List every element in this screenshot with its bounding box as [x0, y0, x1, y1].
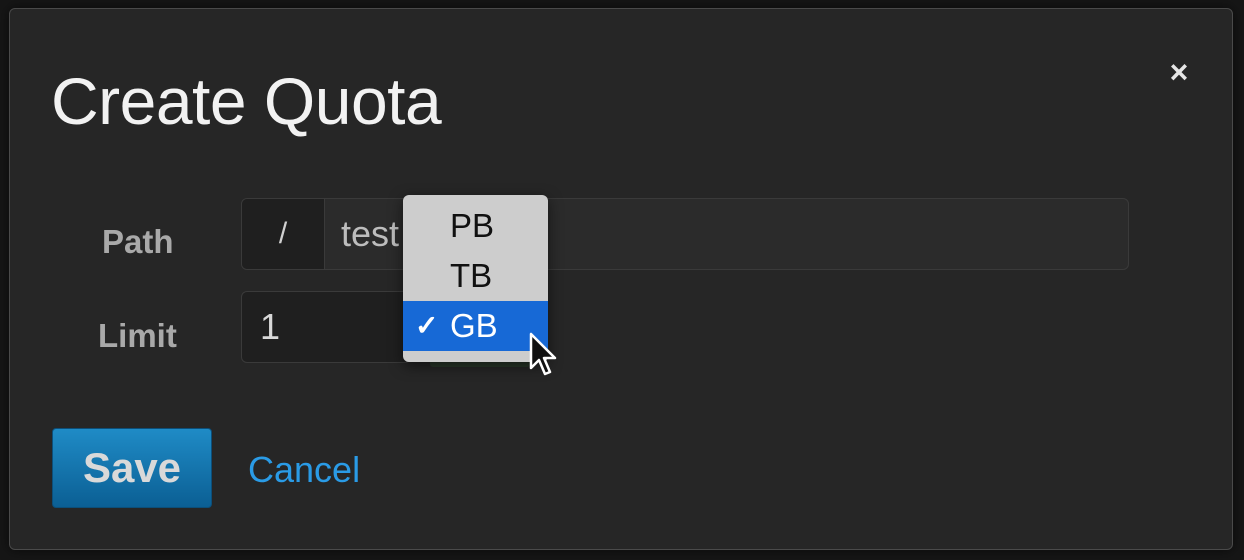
- mouse-cursor-icon: [529, 332, 557, 376]
- check-icon: ✓: [415, 310, 439, 341]
- close-icon[interactable]: ×: [1164, 56, 1194, 88]
- unit-option-pb[interactable]: PB: [403, 201, 548, 251]
- save-button[interactable]: Save: [52, 428, 212, 508]
- unit-option-label: GB: [450, 307, 498, 344]
- path-prefix: /: [242, 199, 325, 269]
- dialog-title: Create Quota: [51, 64, 442, 138]
- unit-option-tb[interactable]: TB: [403, 251, 548, 301]
- unit-option-label: PB: [450, 207, 495, 244]
- path-label: Path: [102, 223, 174, 260]
- unit-option-label: TB: [450, 257, 493, 294]
- limit-input[interactable]: [241, 291, 411, 363]
- cancel-link[interactable]: Cancel: [248, 449, 360, 491]
- unit-option-gb[interactable]: ✓ GB: [403, 301, 548, 351]
- create-quota-dialog: Create Quota × Path / Limit PB TB ✓ GB S…: [9, 8, 1233, 550]
- unit-dropdown-menu: PB TB ✓ GB: [403, 195, 548, 362]
- path-input-group: /: [241, 198, 1129, 270]
- limit-label: Limit: [98, 317, 177, 354]
